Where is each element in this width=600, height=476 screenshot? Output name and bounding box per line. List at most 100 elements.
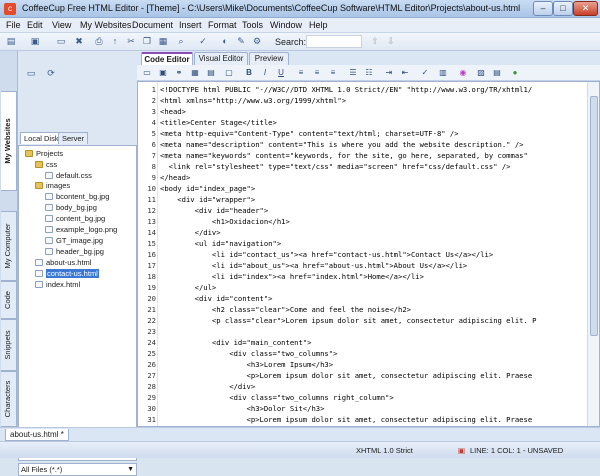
line-number: 8 [151, 162, 156, 171]
tree-item[interactable]: bcontent_bg.jpg [45, 192, 109, 202]
line-number: 14 [147, 228, 156, 237]
side-tab-my-websites[interactable]: My Websites [1, 91, 17, 191]
scrollbar-thumb[interactable] [590, 96, 598, 336]
file-filter-select[interactable]: All Files (*.*) ▼ [18, 463, 137, 476]
minimize-button[interactable]: – [533, 1, 553, 16]
indent-icon[interactable]: ⇥ [383, 67, 395, 79]
tab-server[interactable]: Server [58, 132, 89, 144]
image-map-icon[interactable]: ▨ [475, 67, 487, 79]
menu-window[interactable]: Window [270, 20, 302, 30]
cut-icon[interactable]: ✂ [124, 35, 138, 48]
insert-div-icon[interactable]: ▢ [223, 67, 235, 79]
code-line: <div class="two_columns right_column"> [160, 393, 394, 402]
search-up-icon[interactable]: ⇧ [368, 35, 382, 48]
italic-icon[interactable]: I [259, 67, 271, 79]
line-number: 3 [151, 107, 156, 116]
line-number: 29 [147, 393, 156, 402]
coffeecup-app-icon[interactable]: c [4, 3, 16, 15]
search-input[interactable] [306, 35, 362, 48]
close-button[interactable]: ✕ [573, 1, 598, 16]
ordered-list-icon[interactable]: ☷ [363, 67, 375, 79]
tab-code-editor[interactable]: Code Editor [141, 52, 193, 65]
image-file-icon [45, 215, 53, 222]
menu-bar: File Edit View My Websites Document Inse… [0, 18, 600, 33]
app-window: c CoffeeCup Free HTML Editor - [Theme] -… [0, 0, 600, 476]
tab-local-disk[interactable]: Local Disk [20, 132, 63, 144]
underline-icon[interactable]: U [275, 67, 287, 79]
side-tab-snippets[interactable]: Snippets [1, 319, 17, 371]
list-icon[interactable]: ☰ [347, 67, 359, 79]
new-folder-icon[interactable]: ▭ [24, 67, 38, 80]
menu-file[interactable]: File [6, 20, 21, 30]
tree-item[interactable]: Projects [25, 149, 63, 159]
copy-icon[interactable]: ❐ [140, 35, 154, 48]
tree-item[interactable]: css [35, 160, 57, 170]
bold-icon[interactable]: B [243, 67, 255, 79]
insert-table-icon[interactable]: ▦ [189, 67, 201, 79]
open-folder-icon[interactable]: ▭ [54, 35, 68, 48]
tab-visual-editor[interactable]: Visual Editor [194, 52, 248, 65]
align-center-icon[interactable]: ≡ [311, 67, 323, 79]
tree-item[interactable]: about-us.html [35, 258, 91, 268]
menu-insert[interactable]: Insert [179, 20, 202, 30]
code-line: <div id="main_content"> [160, 338, 312, 347]
save-icon[interactable]: ▣ [28, 35, 42, 48]
tree-item[interactable]: images [35, 181, 70, 191]
tree-item-selected[interactable]: contact-us.html [35, 269, 99, 279]
tree-item[interactable]: default.css [45, 171, 92, 181]
search-down-icon[interactable]: ⇩ [384, 35, 398, 48]
tree-item[interactable]: GT_image.jpg [45, 236, 103, 246]
refresh-icon[interactable]: ⟳ [44, 67, 58, 80]
line-number: 5 [151, 129, 156, 138]
align-right-icon[interactable]: ≡ [327, 67, 339, 79]
maximize-button[interactable]: □ [553, 1, 573, 16]
tree-item[interactable]: index.html [35, 280, 80, 290]
vertical-scrollbar[interactable] [587, 82, 599, 426]
validate-icon[interactable]: ✓ [419, 67, 431, 79]
color-wheel-icon[interactable]: ◉ [457, 67, 469, 79]
image-file-icon [45, 193, 53, 200]
insert-link-icon[interactable]: ⚭ [173, 67, 185, 79]
side-tab-my-computer[interactable]: My Computer [1, 211, 17, 281]
tools-icon[interactable]: ✎ [234, 35, 248, 48]
side-tab-characters[interactable]: Characters [1, 371, 17, 427]
upload-icon[interactable]: ↑ [108, 35, 122, 48]
document-tab-about-us[interactable]: about-us.html * [5, 429, 69, 441]
browser-preview-icon[interactable]: ● [509, 67, 521, 79]
menu-help[interactable]: Help [309, 20, 328, 30]
tree-item[interactable]: body_bg.jpg [45, 203, 97, 213]
tab-preview[interactable]: Preview [249, 52, 289, 65]
tree-item[interactable]: header_bg.jpg [45, 247, 104, 257]
code-line: <title>Center Stage</title> [160, 118, 277, 127]
outdent-icon[interactable]: ⇤ [399, 67, 411, 79]
insert-image-icon[interactable]: ▣ [157, 67, 169, 79]
menu-tools[interactable]: Tools [242, 20, 263, 30]
comment-icon[interactable]: ▥ [437, 67, 449, 79]
line-number: 28 [147, 382, 156, 391]
tree-item[interactable]: content_bg.jpg [45, 214, 105, 224]
color-picker-icon[interactable]: ◐ [218, 35, 232, 48]
print-icon[interactable]: ⎙ [92, 35, 106, 48]
new-file-icon[interactable]: ▤ [4, 35, 18, 48]
settings-icon[interactable]: ⚙ [250, 35, 264, 48]
code-editor[interactable]: 1 2 3 4 5 6 7 8 9 10 11 12 13 14 15 16 17 18 19 20 21 22 23 24 2… [137, 81, 600, 427]
unsaved-icon: ▣ [458, 446, 466, 455]
menu-document[interactable]: Document [132, 20, 173, 30]
insert-tag-icon[interactable]: ▭ [141, 67, 153, 79]
doctype-status: XHTML 1.0 Strict [356, 446, 413, 455]
special-chars-icon[interactable]: ▤ [491, 67, 503, 79]
side-tab-code[interactable]: Code [1, 281, 17, 319]
close-file-icon[interactable]: ✖ [72, 35, 86, 48]
menu-format[interactable]: Format [208, 20, 237, 30]
paste-icon[interactable]: ▦ [156, 35, 170, 48]
insert-form-icon[interactable]: ▤ [205, 67, 217, 79]
menu-edit[interactable]: Edit [27, 20, 43, 30]
spellcheck-icon[interactable]: ✓ [196, 35, 210, 48]
tree-item[interactable]: example_logo.png [45, 225, 117, 235]
cursor-position-status: LINE: 1 COL: 1 - UNSAVED [470, 446, 564, 455]
code-line: <li id="contact_us"><a href="contact-us.… [160, 250, 494, 259]
align-left-icon[interactable]: ≡ [295, 67, 307, 79]
find-icon[interactable]: ⌕ [174, 35, 188, 48]
menu-view[interactable]: View [52, 20, 71, 30]
menu-my-websites[interactable]: My Websites [80, 20, 131, 30]
